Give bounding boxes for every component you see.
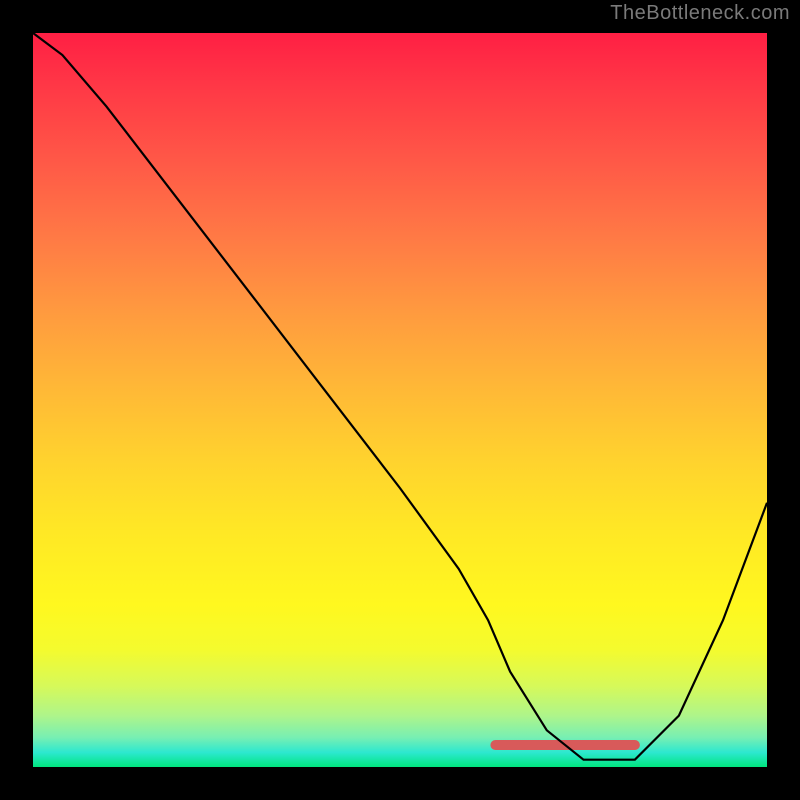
bottleneck-curve — [33, 33, 767, 760]
chart-frame: TheBottleneck.com — [0, 0, 800, 800]
watermark-text: TheBottleneck.com — [610, 2, 790, 25]
chart-svg — [33, 33, 767, 767]
